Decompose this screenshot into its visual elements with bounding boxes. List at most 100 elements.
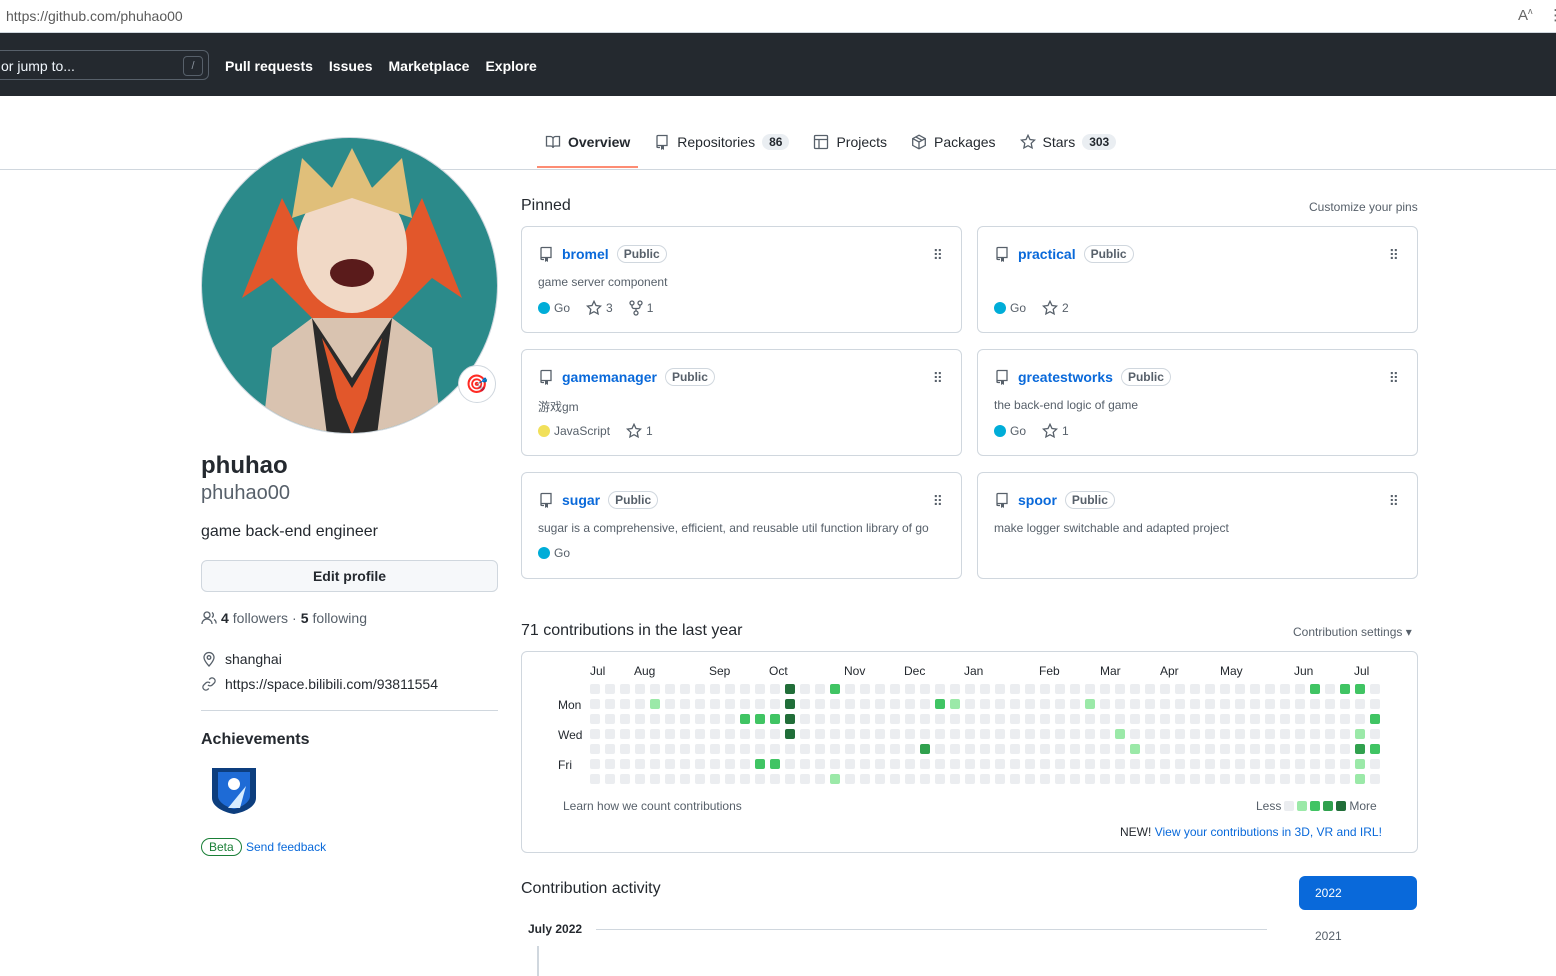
contribution-day[interactable]: [1265, 744, 1275, 754]
learn-contributions-link[interactable]: Learn how we count contributions: [563, 799, 742, 813]
contribution-day[interactable]: [1055, 684, 1065, 694]
repo-stars[interactable]: 1: [626, 423, 653, 439]
contribution-day[interactable]: [1325, 759, 1335, 769]
contribution-day[interactable]: [965, 774, 975, 784]
contribution-day[interactable]: [620, 699, 630, 709]
contribution-day[interactable]: [1235, 744, 1245, 754]
contribution-day[interactable]: [695, 729, 705, 739]
contribution-day[interactable]: [1265, 729, 1275, 739]
contribution-day[interactable]: [1115, 684, 1125, 694]
contribution-day[interactable]: [635, 699, 645, 709]
contribution-day[interactable]: [815, 729, 825, 739]
contribution-day[interactable]: [1235, 759, 1245, 769]
contribution-day[interactable]: [740, 714, 750, 724]
contribution-day[interactable]: [1370, 714, 1380, 724]
contribution-day[interactable]: [1280, 699, 1290, 709]
contribution-day[interactable]: [1010, 744, 1020, 754]
contribution-day[interactable]: [620, 684, 630, 694]
drag-handle-icon[interactable]: ⠿: [1389, 247, 1399, 264]
following-label[interactable]: following: [313, 610, 367, 626]
contribution-day[interactable]: [1070, 714, 1080, 724]
tab-projects[interactable]: Projects: [805, 134, 895, 165]
contribution-day[interactable]: [890, 729, 900, 739]
contribution-day[interactable]: [1100, 759, 1110, 769]
contribution-day[interactable]: [1055, 729, 1065, 739]
contribution-day[interactable]: [620, 744, 630, 754]
contribution-day[interactable]: [815, 684, 825, 694]
contribution-day[interactable]: [1235, 714, 1245, 724]
contribution-day[interactable]: [590, 714, 600, 724]
contribution-day[interactable]: [1220, 729, 1230, 739]
contribution-day[interactable]: [650, 774, 660, 784]
contribution-day[interactable]: [1340, 729, 1350, 739]
contribution-day[interactable]: [635, 714, 645, 724]
contribution-day[interactable]: [770, 684, 780, 694]
contribution-day[interactable]: [1085, 744, 1095, 754]
contribution-day[interactable]: [1175, 684, 1185, 694]
contribution-day[interactable]: [1340, 774, 1350, 784]
contribution-day[interactable]: [1085, 759, 1095, 769]
contribution-day[interactable]: [995, 744, 1005, 754]
contribution-day[interactable]: [995, 759, 1005, 769]
contribution-day[interactable]: [800, 729, 810, 739]
contribution-day[interactable]: [1265, 714, 1275, 724]
contribution-day[interactable]: [1025, 744, 1035, 754]
contribution-day[interactable]: [860, 684, 870, 694]
contribution-day[interactable]: [710, 774, 720, 784]
contribution-day[interactable]: [710, 714, 720, 724]
contribution-day[interactable]: [1220, 684, 1230, 694]
contribution-day[interactable]: [905, 684, 915, 694]
contribution-day[interactable]: [875, 699, 885, 709]
contribution-day[interactable]: [1040, 699, 1050, 709]
contribution-day[interactable]: [920, 714, 930, 724]
contribution-day[interactable]: [1220, 774, 1230, 784]
contribution-day[interactable]: [740, 774, 750, 784]
contribution-day[interactable]: [1250, 759, 1260, 769]
contribution-day[interactable]: [1130, 774, 1140, 784]
contribution-day[interactable]: [860, 699, 870, 709]
followers-count[interactable]: 4: [221, 610, 229, 626]
repo-stars[interactable]: 3: [586, 300, 613, 316]
contribution-day[interactable]: [1355, 759, 1365, 769]
contribution-day[interactable]: [890, 774, 900, 784]
contribution-day[interactable]: [1370, 684, 1380, 694]
contribution-day[interactable]: [950, 714, 960, 724]
contribution-day[interactable]: [980, 774, 990, 784]
contribution-day[interactable]: [815, 744, 825, 754]
contribution-day[interactable]: [1175, 759, 1185, 769]
contribution-day[interactable]: [605, 714, 615, 724]
contribution-day[interactable]: [785, 699, 795, 709]
contribution-day[interactable]: [830, 699, 840, 709]
contribution-day[interactable]: [1085, 714, 1095, 724]
contribution-day[interactable]: [785, 744, 795, 754]
contribution-day[interactable]: [1235, 774, 1245, 784]
contribution-day[interactable]: [695, 744, 705, 754]
contribution-day[interactable]: [965, 744, 975, 754]
contribution-day[interactable]: [1040, 774, 1050, 784]
contribution-day[interactable]: [1115, 699, 1125, 709]
contribution-day[interactable]: [770, 699, 780, 709]
contribution-day[interactable]: [1175, 774, 1185, 784]
contribution-day[interactable]: [620, 714, 630, 724]
contribution-day[interactable]: [725, 759, 735, 769]
contribution-day[interactable]: [590, 744, 600, 754]
contribution-day[interactable]: [1070, 744, 1080, 754]
contribution-day[interactable]: [920, 759, 930, 769]
contribution-day[interactable]: [650, 714, 660, 724]
contribution-day[interactable]: [875, 729, 885, 739]
contribution-day[interactable]: [1340, 684, 1350, 694]
contribution-day[interactable]: [665, 714, 675, 724]
contribution-day[interactable]: [1100, 714, 1110, 724]
repo-name-link[interactable]: bromel: [562, 246, 609, 262]
tab-stars[interactable]: Stars 303: [1012, 134, 1125, 165]
nav-marketplace[interactable]: Marketplace: [389, 58, 470, 74]
contribution-day[interactable]: [785, 684, 795, 694]
contribution-day[interactable]: [875, 759, 885, 769]
contribution-day[interactable]: [1100, 684, 1110, 694]
contribution-day[interactable]: [995, 699, 1005, 709]
repo-stars[interactable]: 2: [1042, 300, 1069, 316]
contribution-day[interactable]: [725, 714, 735, 724]
contribution-day[interactable]: [1010, 684, 1020, 694]
contribution-day[interactable]: [965, 699, 975, 709]
contribution-day[interactable]: [1115, 729, 1125, 739]
